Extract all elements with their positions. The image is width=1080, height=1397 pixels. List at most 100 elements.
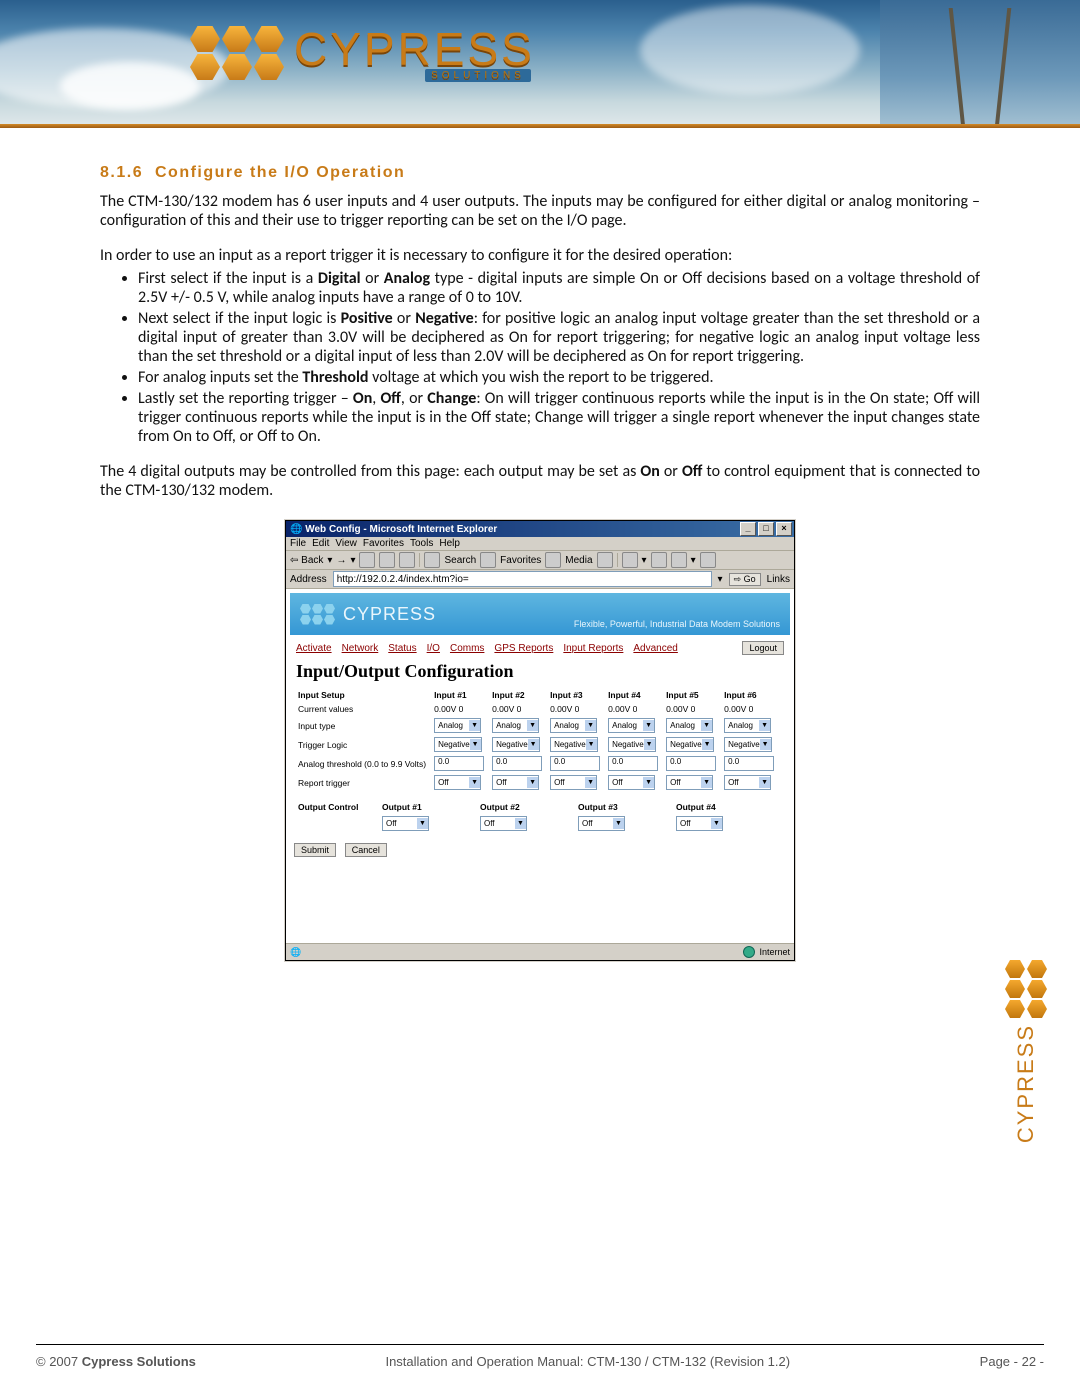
chevron-down-icon: ▼ bbox=[469, 777, 480, 788]
brand-name: CYPRESS SOLUTIONS bbox=[294, 22, 535, 76]
trigger-logic-select[interactable]: Negative▼ bbox=[666, 737, 714, 752]
search-icon[interactable] bbox=[424, 552, 440, 568]
close-button[interactable]: × bbox=[776, 522, 792, 536]
col-header: Input #3 bbox=[546, 688, 604, 702]
col-header: Output #1 bbox=[378, 800, 476, 814]
brand-subtitle: SOLUTIONS bbox=[425, 69, 531, 82]
report-trigger-select[interactable]: Off▼ bbox=[434, 775, 481, 790]
window-title: Web Config - Microsoft Internet Explorer bbox=[305, 524, 738, 535]
chevron-down-icon: ▼ bbox=[585, 720, 596, 731]
links-label[interactable]: Links bbox=[767, 574, 790, 585]
report-trigger-select[interactable]: Off▼ bbox=[550, 775, 597, 790]
menu-edit[interactable]: Edit bbox=[312, 538, 329, 549]
threshold-input[interactable]: 0.0 bbox=[608, 756, 658, 771]
input-type-select[interactable]: Analog▼ bbox=[724, 718, 771, 733]
current-value: 0.00V 0 bbox=[662, 702, 720, 716]
security-zone: Internet bbox=[759, 947, 790, 957]
edit-icon[interactable] bbox=[671, 552, 687, 568]
menu-favorites[interactable]: Favorites bbox=[363, 538, 404, 549]
chevron-down-icon: ▼ bbox=[613, 818, 624, 829]
go-button[interactable]: ⇨ Go bbox=[729, 573, 761, 586]
toolbar-search[interactable]: Search bbox=[444, 555, 476, 566]
chevron-down-icon: ▼ bbox=[643, 777, 654, 788]
input-type-select[interactable]: Analog▼ bbox=[550, 718, 597, 733]
threshold-input[interactable]: 0.0 bbox=[492, 756, 542, 771]
logout-button[interactable]: Logout bbox=[742, 641, 784, 655]
refresh-icon[interactable] bbox=[379, 552, 395, 568]
chevron-down-icon: ▼ bbox=[586, 739, 597, 750]
nav-advanced[interactable]: Advanced bbox=[633, 643, 677, 654]
report-trigger-select[interactable]: Off▼ bbox=[608, 775, 655, 790]
report-trigger-select[interactable]: Off▼ bbox=[666, 775, 713, 790]
threshold-input[interactable]: 0.0 bbox=[434, 756, 484, 771]
current-value: 0.00V 0 bbox=[720, 702, 778, 716]
menu-help[interactable]: Help bbox=[439, 538, 460, 549]
webconfig-banner: CYPRESS Flexible, Powerful, Industrial D… bbox=[290, 593, 790, 635]
input-type-select[interactable]: Analog▼ bbox=[492, 718, 539, 733]
trigger-logic-select[interactable]: Negative▼ bbox=[434, 737, 482, 752]
home-icon[interactable] bbox=[399, 552, 415, 568]
discuss-icon[interactable] bbox=[700, 552, 716, 568]
nav-network[interactable]: Network bbox=[342, 643, 379, 654]
threshold-input[interactable]: 0.0 bbox=[724, 756, 774, 771]
submit-button[interactable]: Submit bbox=[294, 843, 336, 857]
media-icon[interactable] bbox=[545, 552, 561, 568]
nav-status[interactable]: Status bbox=[388, 643, 416, 654]
address-input[interactable] bbox=[333, 571, 712, 587]
trigger-logic-select[interactable]: Negative▼ bbox=[550, 737, 598, 752]
decorative-cloud bbox=[60, 62, 200, 110]
toolbar-favorites[interactable]: Favorites bbox=[500, 555, 541, 566]
history-icon[interactable] bbox=[597, 552, 613, 568]
output-select[interactable]: Off▼ bbox=[676, 816, 723, 831]
threshold-input[interactable]: 0.0 bbox=[666, 756, 716, 771]
input-type-select[interactable]: Analog▼ bbox=[608, 718, 655, 733]
report-trigger-select[interactable]: Off▼ bbox=[492, 775, 539, 790]
menu-view[interactable]: View bbox=[335, 538, 357, 549]
forward-button[interactable]: → bbox=[336, 555, 346, 566]
chevron-down-icon: ▼ bbox=[417, 818, 428, 829]
nav-comms[interactable]: Comms bbox=[450, 643, 484, 654]
report-trigger-select[interactable]: Off▼ bbox=[724, 775, 771, 790]
input-type-select[interactable]: Analog▼ bbox=[666, 718, 713, 733]
input-type-select[interactable]: Analog▼ bbox=[434, 718, 481, 733]
minimize-button[interactable]: _ bbox=[740, 522, 756, 536]
footer-rule bbox=[36, 1344, 1044, 1345]
toolbar-media[interactable]: Media bbox=[565, 555, 592, 566]
row-label: Report trigger bbox=[294, 773, 430, 792]
back-button[interactable]: ⇦ Back bbox=[290, 555, 323, 566]
output-select[interactable]: Off▼ bbox=[480, 816, 527, 831]
decorative-cloud bbox=[640, 5, 860, 95]
chevron-down-icon: ▼ bbox=[701, 777, 712, 788]
trigger-logic-select[interactable]: Negative▼ bbox=[608, 737, 656, 752]
col-header: Input #4 bbox=[604, 688, 662, 702]
copyright: © 2007 Cypress Solutions bbox=[36, 1354, 196, 1369]
output-select[interactable]: Off▼ bbox=[382, 816, 429, 831]
threshold-input[interactable]: 0.0 bbox=[550, 756, 600, 771]
menu-bar[interactable]: File Edit View Favorites Tools Help bbox=[286, 537, 794, 551]
nav-gps-reports[interactable]: GPS Reports bbox=[494, 643, 553, 654]
side-brand-logo: CYPRESS bbox=[996, 960, 1056, 1143]
address-label: Address bbox=[290, 574, 327, 585]
nav-input-reports[interactable]: Input Reports bbox=[563, 643, 623, 654]
chevron-down-icon: ▼ bbox=[515, 818, 526, 829]
menu-file[interactable]: File bbox=[290, 538, 306, 549]
stop-icon[interactable] bbox=[359, 552, 375, 568]
page-number: Page - 22 - bbox=[980, 1354, 1044, 1369]
mail-icon[interactable] bbox=[622, 552, 638, 568]
chevron-down-icon: ▼ bbox=[702, 739, 713, 750]
window-title-bar: 🌐 Web Config - Microsoft Internet Explor… bbox=[286, 521, 794, 537]
output-select[interactable]: Off▼ bbox=[578, 816, 625, 831]
print-icon[interactable] bbox=[651, 552, 667, 568]
favorites-icon[interactable] bbox=[480, 552, 496, 568]
outputs-paragraph: The 4 digital outputs may be controlled … bbox=[100, 462, 980, 500]
lead-paragraph: In order to use an input as a report tri… bbox=[100, 246, 980, 265]
menu-tools[interactable]: Tools bbox=[410, 538, 433, 549]
status-bar: 🌐 Internet bbox=[286, 943, 794, 960]
nav-activate[interactable]: Activate bbox=[296, 643, 332, 654]
cancel-button[interactable]: Cancel bbox=[345, 843, 387, 857]
trigger-logic-select[interactable]: Negative▼ bbox=[724, 737, 772, 752]
webconfig-brand: CYPRESS bbox=[343, 604, 436, 625]
maximize-button[interactable]: □ bbox=[758, 522, 774, 536]
nav-io[interactable]: I/O bbox=[427, 643, 440, 654]
trigger-logic-select[interactable]: Negative▼ bbox=[492, 737, 540, 752]
